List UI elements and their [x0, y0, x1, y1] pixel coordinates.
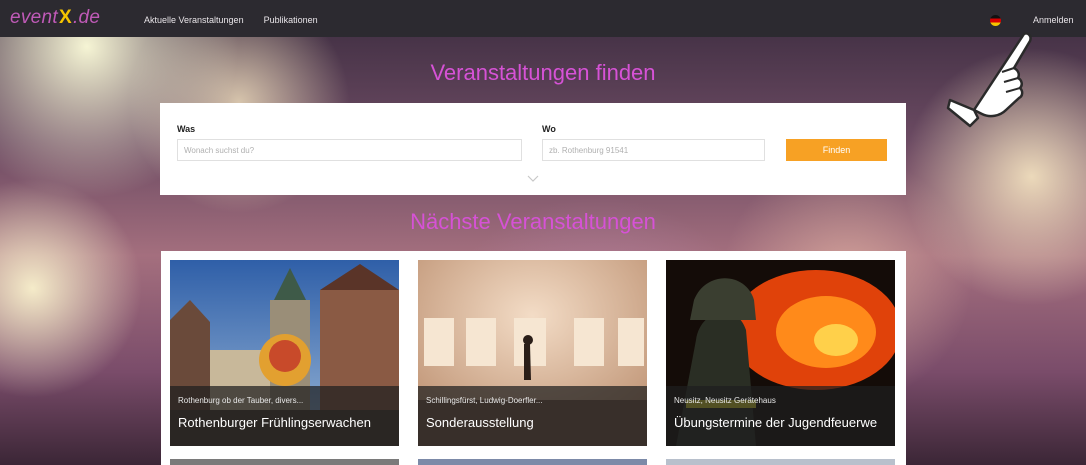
nav-link-current-events[interactable]: Aktuelle Veranstaltungen	[144, 15, 244, 25]
event-card-next-row	[170, 459, 399, 465]
chevron-down-icon[interactable]	[527, 175, 539, 183]
search-card: Was Wo Finden	[160, 103, 906, 195]
nav-link-publications[interactable]: Publikationen	[264, 15, 318, 25]
where-search-input[interactable]	[542, 139, 765, 161]
hero-title: Veranstaltungen finden	[430, 60, 656, 85]
event-card[interactable]: Rothenburg ob der Tauber, divers... Roth…	[170, 260, 399, 446]
main-nav: Aktuelle Veranstaltungen Publikationen	[144, 15, 318, 25]
login-link[interactable]: Anmelden	[1033, 15, 1074, 25]
event-card[interactable]: Neusitz, Neusitz Gerätehaus Übungstermin…	[666, 260, 895, 446]
event-card[interactable]: Schillingsfürst, Ludwig-Doerfler... Sond…	[418, 260, 647, 446]
logo-x: X	[58, 7, 72, 28]
event-location: Neusitz, Neusitz Gerätehaus	[674, 396, 776, 405]
what-label: Was	[177, 124, 196, 134]
event-title[interactable]: Sonderausstellung	[426, 415, 534, 430]
top-navigation-bar: eventX.de Aktuelle Veranstaltungen Publi…	[0, 0, 1086, 37]
upcoming-events-title: Nächste Veranstaltungen	[410, 209, 656, 234]
event-location: Schillingsfürst, Ludwig-Doerfler...	[426, 396, 543, 405]
event-card-next-row	[418, 459, 647, 465]
event-location: Rothenburg ob der Tauber, divers...	[178, 396, 304, 405]
what-search-input[interactable]	[177, 139, 522, 161]
logo-suffix: .de	[72, 7, 101, 28]
site-logo[interactable]: eventX.de	[10, 7, 100, 29]
event-card-next-row	[666, 459, 895, 465]
logo-prefix: event	[10, 7, 58, 28]
flag-de-icon[interactable]	[990, 15, 1001, 26]
where-label: Wo	[542, 124, 556, 134]
find-button[interactable]: Finden	[786, 139, 887, 161]
events-panel: Rothenburg ob der Tauber, divers... Roth…	[161, 251, 906, 465]
event-title[interactable]: Rothenburger Frühlingserwachen	[178, 415, 371, 430]
event-title[interactable]: Übungstermine der Jugendfeuerwe	[674, 415, 877, 430]
